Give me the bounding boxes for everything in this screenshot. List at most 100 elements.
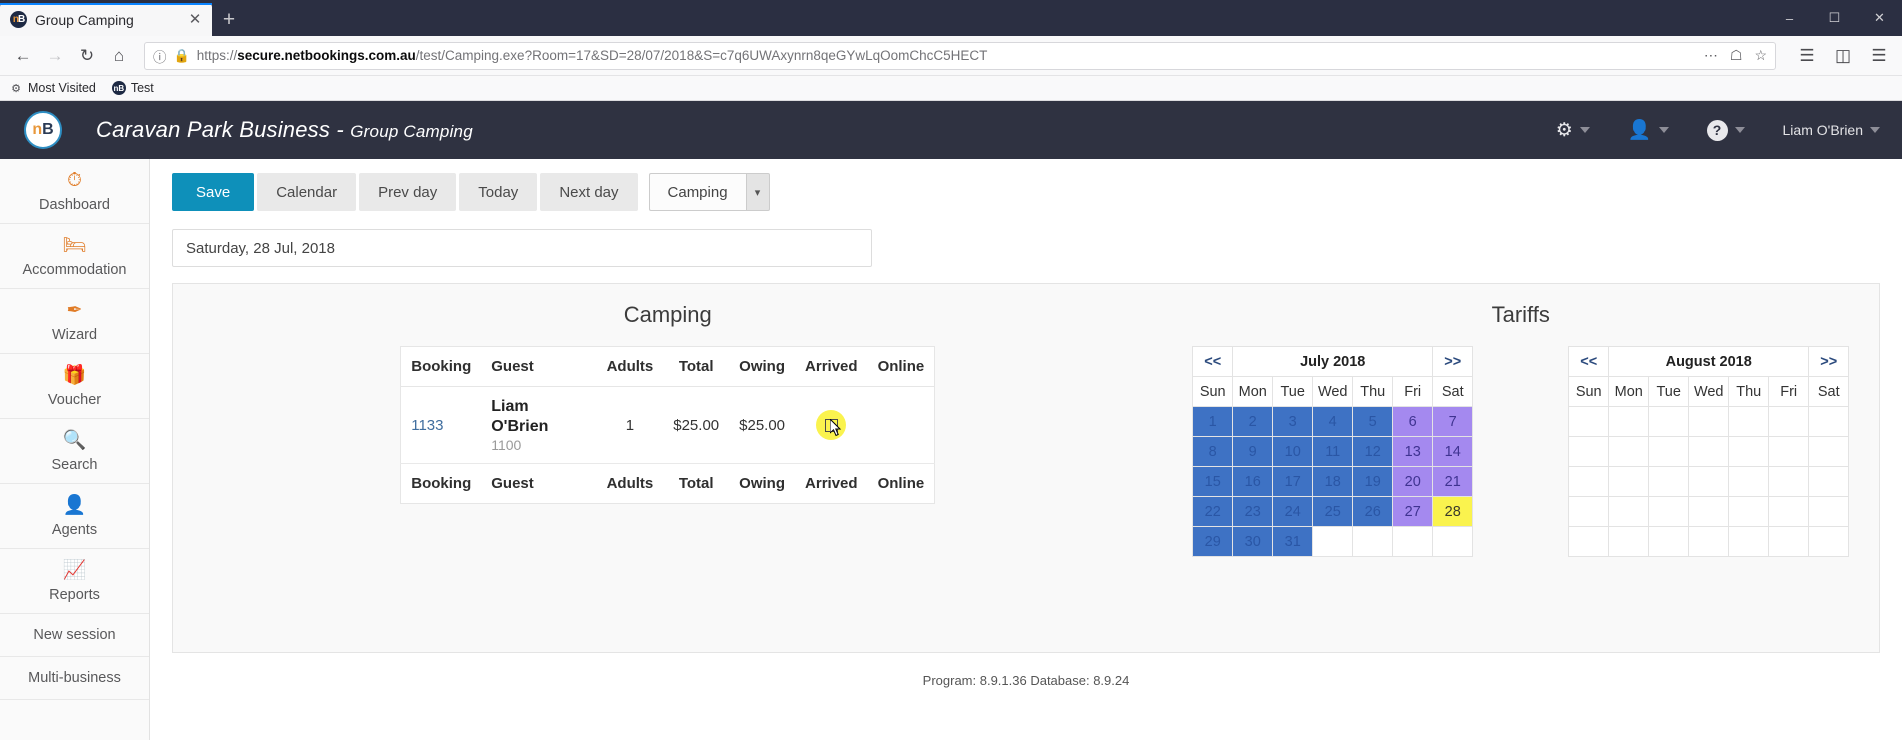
- prev-month-button[interactable]: <<: [1568, 346, 1610, 377]
- calendar-day-21[interactable]: 21: [1432, 466, 1474, 497]
- sidebar-item-reports[interactable]: 📈 Reports: [0, 549, 149, 614]
- sidebar-item-dashboard[interactable]: ⏱ Dashboard: [0, 159, 149, 224]
- pocket-icon[interactable]: ☖: [1730, 47, 1743, 64]
- calendar-day-empty: [1808, 436, 1850, 467]
- calendar-day-20[interactable]: 20: [1392, 466, 1434, 497]
- calendar-day-16[interactable]: 16: [1232, 466, 1274, 497]
- calendar-day-15[interactable]: 15: [1192, 466, 1234, 497]
- calendar-day-7[interactable]: 7: [1432, 406, 1474, 437]
- calendar-day-29[interactable]: 29: [1192, 526, 1234, 557]
- calendar-day-22[interactable]: 22: [1192, 496, 1234, 527]
- module-select[interactable]: Camping ▾: [648, 173, 770, 211]
- bookmarks-bar: ⚙ Most Visited nB Test: [0, 76, 1902, 101]
- sidebar-item-accommodation[interactable]: 🛏 Accommodation: [0, 224, 149, 289]
- calendar-day-24[interactable]: 24: [1272, 496, 1314, 527]
- calendar-dow-row: Sun Mon Tue Wed Thu Fri Sat: [1192, 376, 1474, 407]
- selected-date-field[interactable]: Saturday, 28 Jul, 2018: [172, 229, 872, 267]
- tariffs-heading: Tariffs: [1491, 302, 1550, 327]
- minimize-button[interactable]: –: [1767, 0, 1812, 36]
- calendar-day-4[interactable]: 4: [1312, 406, 1354, 437]
- calendar-day-31[interactable]: 31: [1272, 526, 1314, 557]
- calendar-day-6[interactable]: 6: [1392, 406, 1434, 437]
- library-icon[interactable]: ☰: [1792, 41, 1822, 71]
- browser-tab[interactable]: nB Group Camping ✕: [0, 3, 212, 36]
- dow-sat: Sat: [1432, 376, 1474, 407]
- help-menu[interactable]: ?: [1706, 119, 1745, 141]
- account-menu[interactable]: Liam O'Brien: [1783, 122, 1880, 138]
- window-close-button[interactable]: ✕: [1857, 0, 1902, 36]
- sidebar-icon[interactable]: ◫: [1828, 41, 1858, 71]
- forward-arrow-icon[interactable]: →: [40, 41, 70, 71]
- calendar-day-11[interactable]: 11: [1312, 436, 1354, 467]
- calendar-day-empty: [1728, 496, 1770, 527]
- sidebar-nav: ⏱ Dashboard 🛏 Accommodation ✒ Wizard 🎁 V…: [0, 159, 150, 740]
- next-month-button[interactable]: >>: [1808, 346, 1850, 377]
- calendar-day-12[interactable]: 12: [1352, 436, 1394, 467]
- sidebar-item-multi-business[interactable]: Multi-business: [0, 657, 149, 700]
- calendar-day-25[interactable]: 25: [1312, 496, 1354, 527]
- cell-arrived[interactable]: [795, 386, 868, 464]
- calendar-day-26[interactable]: 26: [1352, 496, 1394, 527]
- bookmark-most-visited[interactable]: ⚙ Most Visited: [9, 81, 96, 95]
- booking-id-link[interactable]: 1133: [411, 417, 443, 434]
- home-icon[interactable]: ⌂: [104, 41, 134, 71]
- calendar-day-17[interactable]: 17: [1272, 466, 1314, 497]
- sidebar-item-agents[interactable]: 👤 Agents: [0, 484, 149, 549]
- calendar-day-30[interactable]: 30: [1232, 526, 1274, 557]
- action-toolbar: Save Calendar Prev day Today Next day Ca…: [172, 173, 1880, 211]
- chevron-down-icon[interactable]: ▾: [745, 173, 770, 211]
- bookmark-star-icon[interactable]: ☆: [1754, 47, 1767, 64]
- prev-month-button[interactable]: <<: [1192, 346, 1234, 377]
- sidebar-item-voucher[interactable]: 🎁 Voucher: [0, 354, 149, 419]
- footcol-online: Online: [867, 463, 935, 504]
- ellipsis-icon[interactable]: ⋯: [1704, 47, 1718, 64]
- calendar-day-18[interactable]: 18: [1312, 466, 1354, 497]
- prev-day-button[interactable]: Prev day: [359, 173, 457, 211]
- table-header-row: Booking Guest Adults Total Owing Arrived…: [400, 346, 935, 387]
- calendar-day-empty: [1432, 526, 1474, 557]
- bookmark-test[interactable]: nB Test: [111, 81, 154, 95]
- calendar-day-empty: [1768, 436, 1810, 467]
- sidebar-item-search[interactable]: 🔍 Search: [0, 419, 149, 484]
- settings-menu[interactable]: ⚙: [1556, 119, 1590, 142]
- checkbox-icon[interactable]: [824, 418, 838, 432]
- sidebar-item-wizard[interactable]: ✒ Wizard: [0, 289, 149, 354]
- calendar-day-5[interactable]: 5: [1352, 406, 1394, 437]
- calendar-day-1[interactable]: 1: [1192, 406, 1234, 437]
- camping-section: Camping Booking Guest Adults Total Owing…: [173, 302, 1162, 652]
- bed-icon: 🛏: [62, 235, 87, 256]
- back-arrow-icon[interactable]: ←: [8, 41, 38, 71]
- hamburger-menu-icon[interactable]: ☰: [1864, 41, 1894, 71]
- calendar-day-empty: [1688, 496, 1730, 527]
- calendar-day-2[interactable]: 2: [1232, 406, 1274, 437]
- module-name: Group Camping: [350, 122, 473, 141]
- today-button[interactable]: Today: [459, 173, 538, 211]
- save-button[interactable]: Save: [172, 173, 255, 211]
- calendar-day-3[interactable]: 3: [1272, 406, 1314, 437]
- next-day-button[interactable]: Next day: [540, 173, 638, 211]
- calendar-day-27[interactable]: 27: [1392, 496, 1434, 527]
- calendar-day-10[interactable]: 10: [1272, 436, 1314, 467]
- calendar-day-28[interactable]: 28: [1432, 496, 1474, 527]
- maximize-button[interactable]: ☐: [1812, 0, 1857, 36]
- next-month-button[interactable]: >>: [1432, 346, 1474, 377]
- url-bar[interactable]: ⓘ 🔒 https://secure.netbookings.com.au/te…: [144, 41, 1776, 70]
- calendar-button[interactable]: Calendar: [257, 173, 357, 211]
- sidebar-item-new-session[interactable]: New session: [0, 614, 149, 657]
- user-menu[interactable]: 👤: [1628, 118, 1669, 142]
- cell-booking[interactable]: 1133: [400, 386, 482, 464]
- calendar-day-9[interactable]: 9: [1232, 436, 1274, 467]
- new-tab-button[interactable]: +: [212, 3, 246, 36]
- table-row[interactable]: 1133 Liam O'Brien 1100 1 $25.00 $25.00: [400, 386, 935, 464]
- app-header: nB Caravan Park Business - Group Camping…: [0, 101, 1902, 159]
- calendar-day-19[interactable]: 19: [1352, 466, 1394, 497]
- col-owing: Owing: [729, 346, 796, 387]
- calendar-day-empty: [1688, 466, 1730, 497]
- calendar-day-8[interactable]: 8: [1192, 436, 1234, 467]
- calendar-day-23[interactable]: 23: [1232, 496, 1274, 527]
- calendar-day-14[interactable]: 14: [1432, 436, 1474, 467]
- page-info-icon[interactable]: ⓘ: [153, 46, 167, 66]
- calendar-day-13[interactable]: 13: [1392, 436, 1434, 467]
- reload-icon[interactable]: ↻: [72, 41, 102, 71]
- close-icon[interactable]: ✕: [186, 11, 204, 29]
